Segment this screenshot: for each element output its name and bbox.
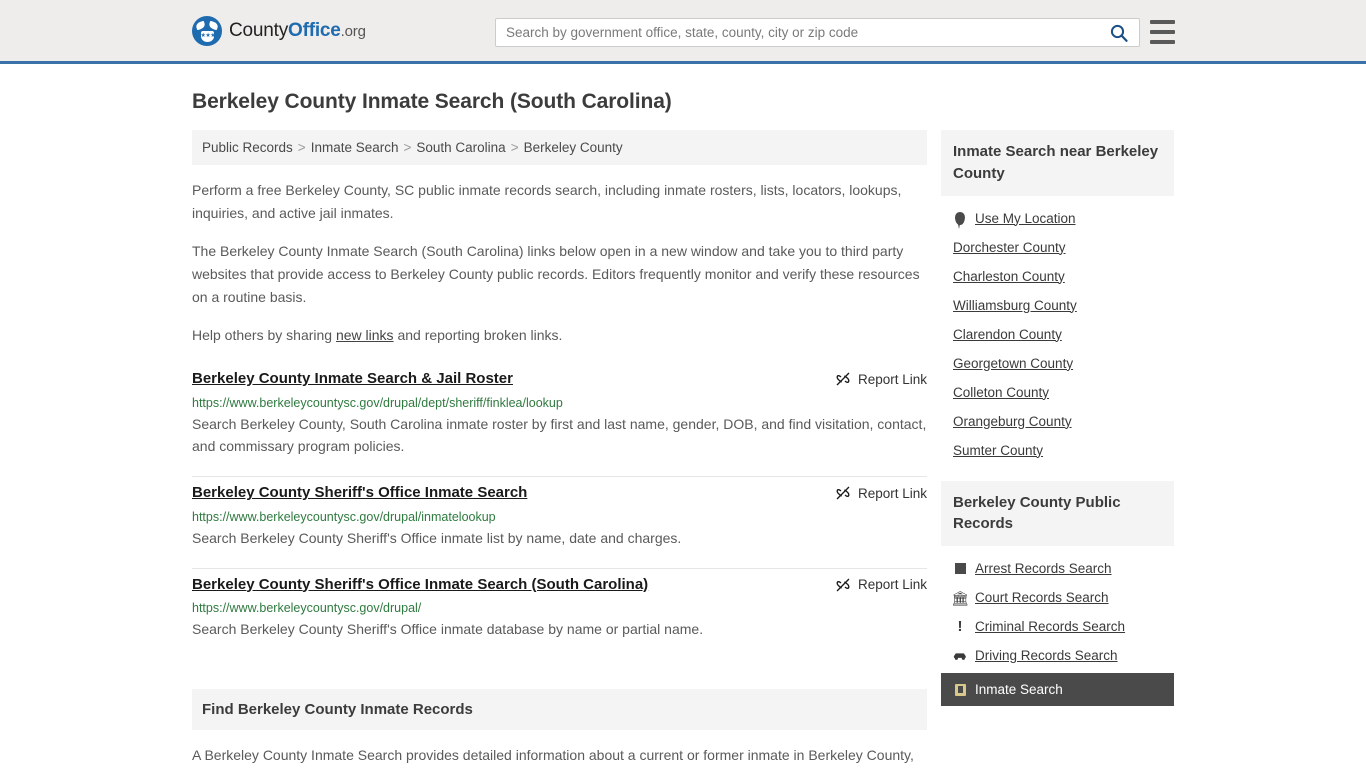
results-list: Berkeley County Inmate Search & Jail Ros… — [192, 363, 927, 659]
sidebar-item-use-my-location[interactable]: Use My Location — [941, 204, 1174, 233]
find-records-body: A Berkeley County Inmate Search provides… — [192, 746, 914, 763]
search-button[interactable] — [1106, 24, 1139, 42]
inmate-icon — [953, 683, 967, 696]
sidebar-item-williamsburg-county[interactable]: Williamsburg County — [941, 291, 1174, 320]
search-bar — [495, 18, 1140, 47]
breadcrumb: Public Records > Inmate Search > South Carol… — [192, 130, 927, 165]
sidebar-item-clarendon-county[interactable]: Clarendon County — [941, 320, 1174, 349]
result-title-link[interactable]: Berkeley County Sheriff's Office Inmate … — [192, 483, 527, 503]
sidebar-nearby-list: Use My Location Dorchester County Charle… — [941, 196, 1174, 465]
brand-part-office: Office — [288, 19, 341, 41]
site-header: ★★★ CountyOffice.org — [0, 0, 1366, 64]
result-title-link[interactable]: Berkeley County Sheriff's Office Inmate … — [192, 575, 648, 595]
result-url: https://www.berkeleycountysc.gov/drupal/… — [192, 395, 563, 410]
eagle-shield-logo-icon: ★★★ — [192, 15, 222, 46]
sidebar-public-records-list: Arrest Records Search 🏛 Court Records Se… — [941, 546, 1174, 706]
brand-part-county: County — [229, 19, 289, 41]
share-text-before: Help others by sharing — [192, 327, 336, 344]
car-icon — [953, 651, 967, 661]
sidebar-item-label[interactable]: Sumter County — [953, 443, 1043, 458]
report-link-label: Report Link — [857, 577, 927, 593]
find-records-heading: Find Berkeley County Inmate Records — [192, 688, 927, 730]
sidebar-item-label[interactable]: Colleton County — [953, 385, 1049, 400]
hamburger-menu-icon[interactable] — [1150, 20, 1175, 44]
sidebar-item-label[interactable]: Driving Records Search — [975, 648, 1118, 663]
page-container: Berkeley County Inmate Search (South Car… — [0, 90, 1366, 768]
result-url: https://www.berkeleycountysc.gov/drupal/… — [192, 509, 496, 524]
sidebar-item-label[interactable]: Arrest Records Search — [975, 561, 1112, 576]
result-item: Berkeley County Sheriff's Office Inmate … — [192, 477, 927, 569]
search-input[interactable] — [496, 19, 1106, 46]
result-title-link[interactable]: Berkeley County Inmate Search & Jail Ros… — [192, 369, 513, 389]
sidebar-item-label[interactable]: Clarendon County — [953, 327, 1062, 342]
sidebar-item-court-records-search[interactable]: 🏛 Court Records Search — [941, 583, 1174, 612]
sidebar-item-label[interactable]: Georgetown County — [953, 356, 1073, 371]
sidebar-item-label[interactable]: Dorchester County — [953, 240, 1066, 255]
breadcrumb-separator: > — [297, 140, 306, 155]
result-description: Search Berkeley County Sheriff's Office … — [192, 529, 682, 546]
breadcrumb-separator: > — [510, 140, 519, 155]
brand-wordmark: CountyOffice.org — [229, 20, 366, 42]
sidebar-item-label[interactable]: Inmate Search — [975, 682, 1063, 697]
site-logo[interactable]: ★★★ CountyOffice.org — [192, 15, 366, 46]
sidebar-item-georgetown-county[interactable]: Georgetown County — [941, 349, 1174, 378]
sidebar-item-arrest-records-search[interactable]: Arrest Records Search — [941, 554, 1174, 583]
search-icon — [1110, 24, 1128, 42]
sidebar-item-label[interactable]: Use My Location — [975, 211, 1076, 226]
result-item: Berkeley County Sheriff's Office Inmate … — [192, 569, 927, 659]
broken-link-icon — [836, 372, 850, 386]
sidebar-item-orangeburg-county[interactable]: Orangeburg County — [941, 407, 1174, 436]
intro-paragraph-1: Perform a free Berkeley County, SC publi… — [192, 182, 902, 221]
sidebar-item-label[interactable]: Court Records Search — [975, 590, 1109, 605]
sidebar-item-sumter-county[interactable]: Sumter County — [941, 436, 1174, 465]
map-pin-icon — [953, 211, 967, 229]
sidebar-nearby-heading: Inmate Search near Berkeley County — [941, 130, 1174, 196]
breadcrumb-item-public-records[interactable]: Public Records — [202, 140, 293, 155]
result-item: Berkeley County Inmate Search & Jail Ros… — [192, 363, 927, 478]
intro-paragraph-2: The Berkeley County Inmate Search (South… — [192, 243, 920, 305]
car-icon-glyph — [953, 652, 966, 660]
breadcrumb-separator: > — [403, 140, 412, 155]
courthouse-icon: 🏛 — [951, 589, 969, 606]
report-link-button[interactable]: Report Link — [835, 485, 927, 501]
stars-shield-icon: ★★★ — [200, 31, 216, 42]
sidebar: Inmate Search near Berkeley County Use M… — [941, 130, 1174, 706]
result-description: Search Berkeley County Sheriff's Office … — [192, 621, 704, 638]
intro-text: Perform a free Berkeley County, SC publi… — [192, 179, 927, 347]
sidebar-item-charleston-county[interactable]: Charleston County — [941, 262, 1174, 291]
report-link-button[interactable]: Report Link — [835, 577, 927, 593]
brand-part-org: .org — [340, 22, 366, 40]
sidebar-divider — [941, 465, 1174, 481]
intro-paragraph-3: Help others by sharing new links and rep… — [192, 324, 927, 347]
exclamation-icon: ! — [957, 618, 963, 635]
breadcrumb-item-berkeley-county[interactable]: Berkeley County — [524, 140, 623, 155]
sidebar-item-criminal-records-search[interactable]: ! Criminal Records Search — [941, 612, 1174, 641]
main-content: Public Records > Inmate Search > South Carol… — [192, 130, 927, 768]
report-link-button[interactable]: Report Link — [835, 371, 927, 387]
breadcrumb-item-inmate-search[interactable]: Inmate Search — [311, 140, 399, 155]
fingerprint-icon — [953, 563, 967, 574]
sidebar-public-records-heading: Berkeley County Public Records — [941, 480, 1174, 546]
broken-link-icon — [836, 578, 850, 591]
sidebar-item-label[interactable]: Williamsburg County — [953, 298, 1077, 313]
sidebar-item-driving-records-search[interactable]: Driving Records Search — [941, 641, 1174, 670]
sidebar-item-label[interactable]: Criminal Records Search — [975, 619, 1125, 634]
result-url: https://www.berkeleycountysc.gov/drupal/ — [192, 601, 422, 616]
report-link-label: Report Link — [857, 485, 927, 501]
sidebar-item-colleton-county[interactable]: Colleton County — [941, 378, 1174, 407]
page-title: Berkeley County Inmate Search (South Car… — [192, 90, 672, 113]
broken-link-icon — [836, 486, 850, 500]
new-links-link[interactable]: new links — [336, 327, 394, 343]
sidebar-item-label[interactable]: Charleston County — [953, 269, 1065, 284]
sidebar-item-label[interactable]: Orangeburg County — [953, 414, 1072, 429]
share-text-after: and reporting broken links. — [393, 327, 563, 344]
sidebar-item-dorchester-county[interactable]: Dorchester County — [941, 233, 1174, 262]
report-link-label: Report Link — [857, 371, 927, 387]
breadcrumb-item-south-carolina[interactable]: South Carolina — [416, 140, 505, 155]
sidebar-item-inmate-search[interactable]: Inmate Search — [941, 673, 1174, 706]
result-description: Search Berkeley County, South Carolina i… — [192, 415, 927, 455]
